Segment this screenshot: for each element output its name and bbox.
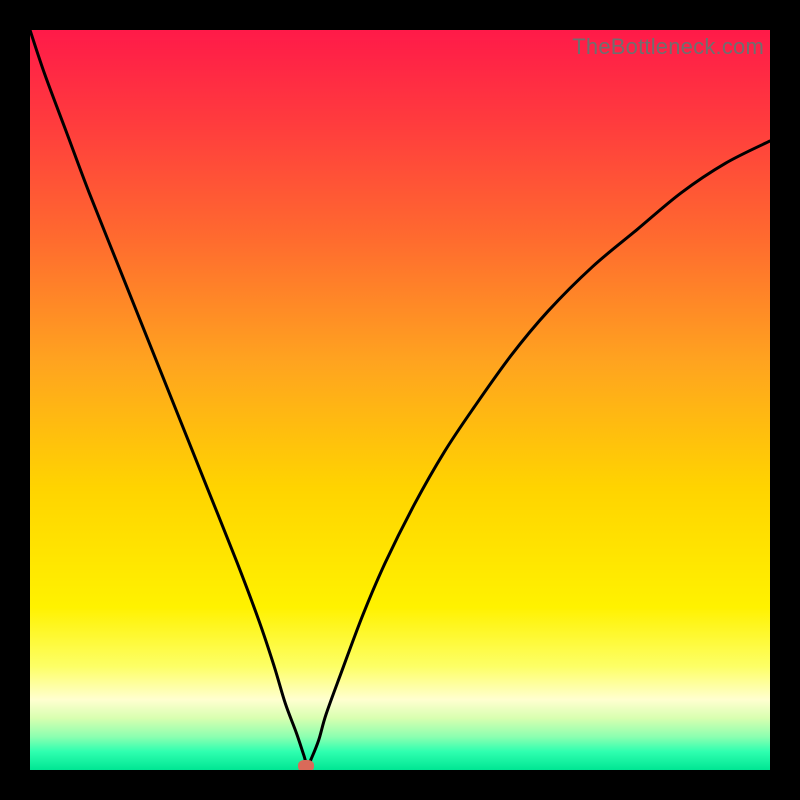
bottleneck-curve (30, 30, 770, 770)
minimum-marker (298, 760, 314, 770)
plot-area: TheBottleneck.com (30, 30, 770, 770)
chart-frame: TheBottleneck.com (0, 0, 800, 800)
